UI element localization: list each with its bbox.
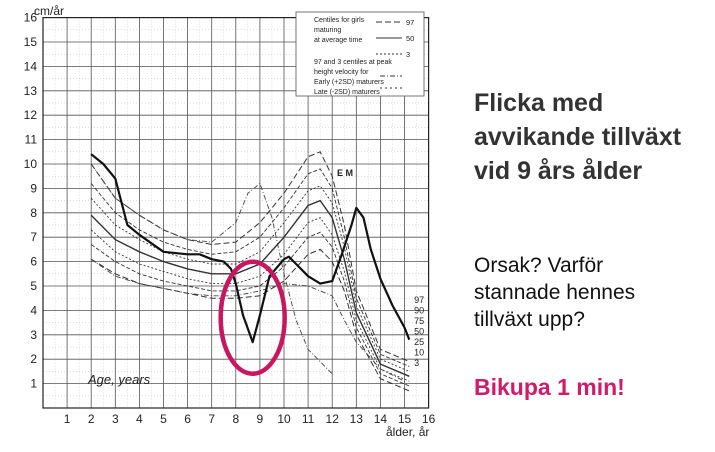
percentile-label: 25: [414, 337, 424, 347]
x-tick-label: 15: [398, 412, 412, 426]
question-line-1: Orsak? Varför: [474, 254, 604, 277]
x-tick-label: 9: [257, 412, 264, 426]
percentile-label: 90: [414, 306, 424, 316]
y-tick-label: 5: [30, 279, 37, 293]
percentile-label: 50: [414, 327, 424, 337]
y-tick-label: 13: [24, 84, 38, 98]
y-tick-label: 8: [30, 206, 37, 220]
x-tick-label: 4: [136, 412, 143, 426]
age-years-label: Age, years: [87, 372, 151, 387]
y-tick-label: 14: [24, 59, 38, 73]
x-tick-label: 1: [64, 412, 71, 426]
question-line-2: stannade hennes: [474, 281, 636, 304]
legend-line: at average time: [314, 37, 362, 44]
x-tick-label: 3: [112, 412, 119, 426]
question-line-3: tillväxt upp?: [474, 308, 585, 331]
y-tick-label: 15: [24, 35, 38, 49]
legend-line: 97 and 3 centiles at peak: [314, 59, 392, 66]
y-axis-label: cm/år: [34, 4, 64, 18]
x-tick-label: 8: [232, 412, 239, 426]
y-tick-label: 9: [30, 181, 37, 195]
question-text: Orsak? Varför stannade hennes tillväxt u…: [474, 252, 709, 333]
percentile-label: 3: [414, 358, 419, 368]
title-line-3: vid 9 års ålder: [474, 157, 643, 185]
x-tick-label: 5: [160, 412, 167, 426]
percentile-label: 10: [414, 348, 424, 358]
peak-label-M: M: [345, 168, 353, 178]
legend-centile-label: 3: [406, 50, 410, 59]
y-tick-label: 1: [30, 377, 37, 391]
title-line-1: Flicka med: [474, 89, 604, 117]
legend-line: Late (-2SD) maturers: [314, 89, 380, 96]
y-tick-label: 7: [30, 230, 37, 244]
y-tick-label: 11: [25, 133, 38, 147]
x-tick-label: 14: [374, 412, 388, 426]
x-tick-label: 7: [208, 412, 215, 426]
x-tick-label: 11: [302, 412, 315, 426]
x-axis-label: ålder, år: [386, 425, 429, 439]
legend-line: maturing: [314, 27, 341, 34]
y-tick-label: 3: [30, 328, 37, 342]
x-tick-label: 6: [184, 412, 191, 426]
growth-velocity-chart: 123456789101112131415161 2 3 4 5 6 7 8 9 10 11 12 13…: [0, 0, 470, 452]
x-tick-label: 12: [326, 412, 340, 426]
title-line-2: avvikande tillväxt: [474, 123, 682, 151]
y-tick-label: 4: [30, 303, 37, 317]
y-tick-label: 12: [24, 108, 38, 122]
legend-line: Early (+2SD) maturers: [314, 79, 384, 86]
y-tick-label: 10: [24, 157, 38, 171]
slide-title: Flicka med avvikande tillväxt vid 9 års …: [474, 86, 709, 188]
legend-centile-label: 97: [406, 18, 414, 27]
x-tick-label: 10: [277, 412, 291, 426]
legend: Centiles for girls maturing at average tim…: [295, 11, 425, 97]
percentile-label: 97: [414, 295, 424, 305]
task-text: Bikupa 1 min!: [474, 374, 625, 400]
peak-label-E: E: [337, 168, 343, 178]
y-tick-label: 6: [30, 255, 37, 269]
legend-line: height velocity for: [314, 69, 369, 76]
x-tick-label: 13: [350, 412, 364, 426]
x-tick-label: 16: [422, 412, 436, 426]
legend-line: Centiles for girls: [314, 17, 365, 24]
legend-centile-label: 50: [406, 34, 414, 43]
percentile-label: 75: [414, 316, 424, 326]
y-tick-label: 2: [30, 352, 37, 366]
x-tick-label: 2: [88, 412, 95, 426]
